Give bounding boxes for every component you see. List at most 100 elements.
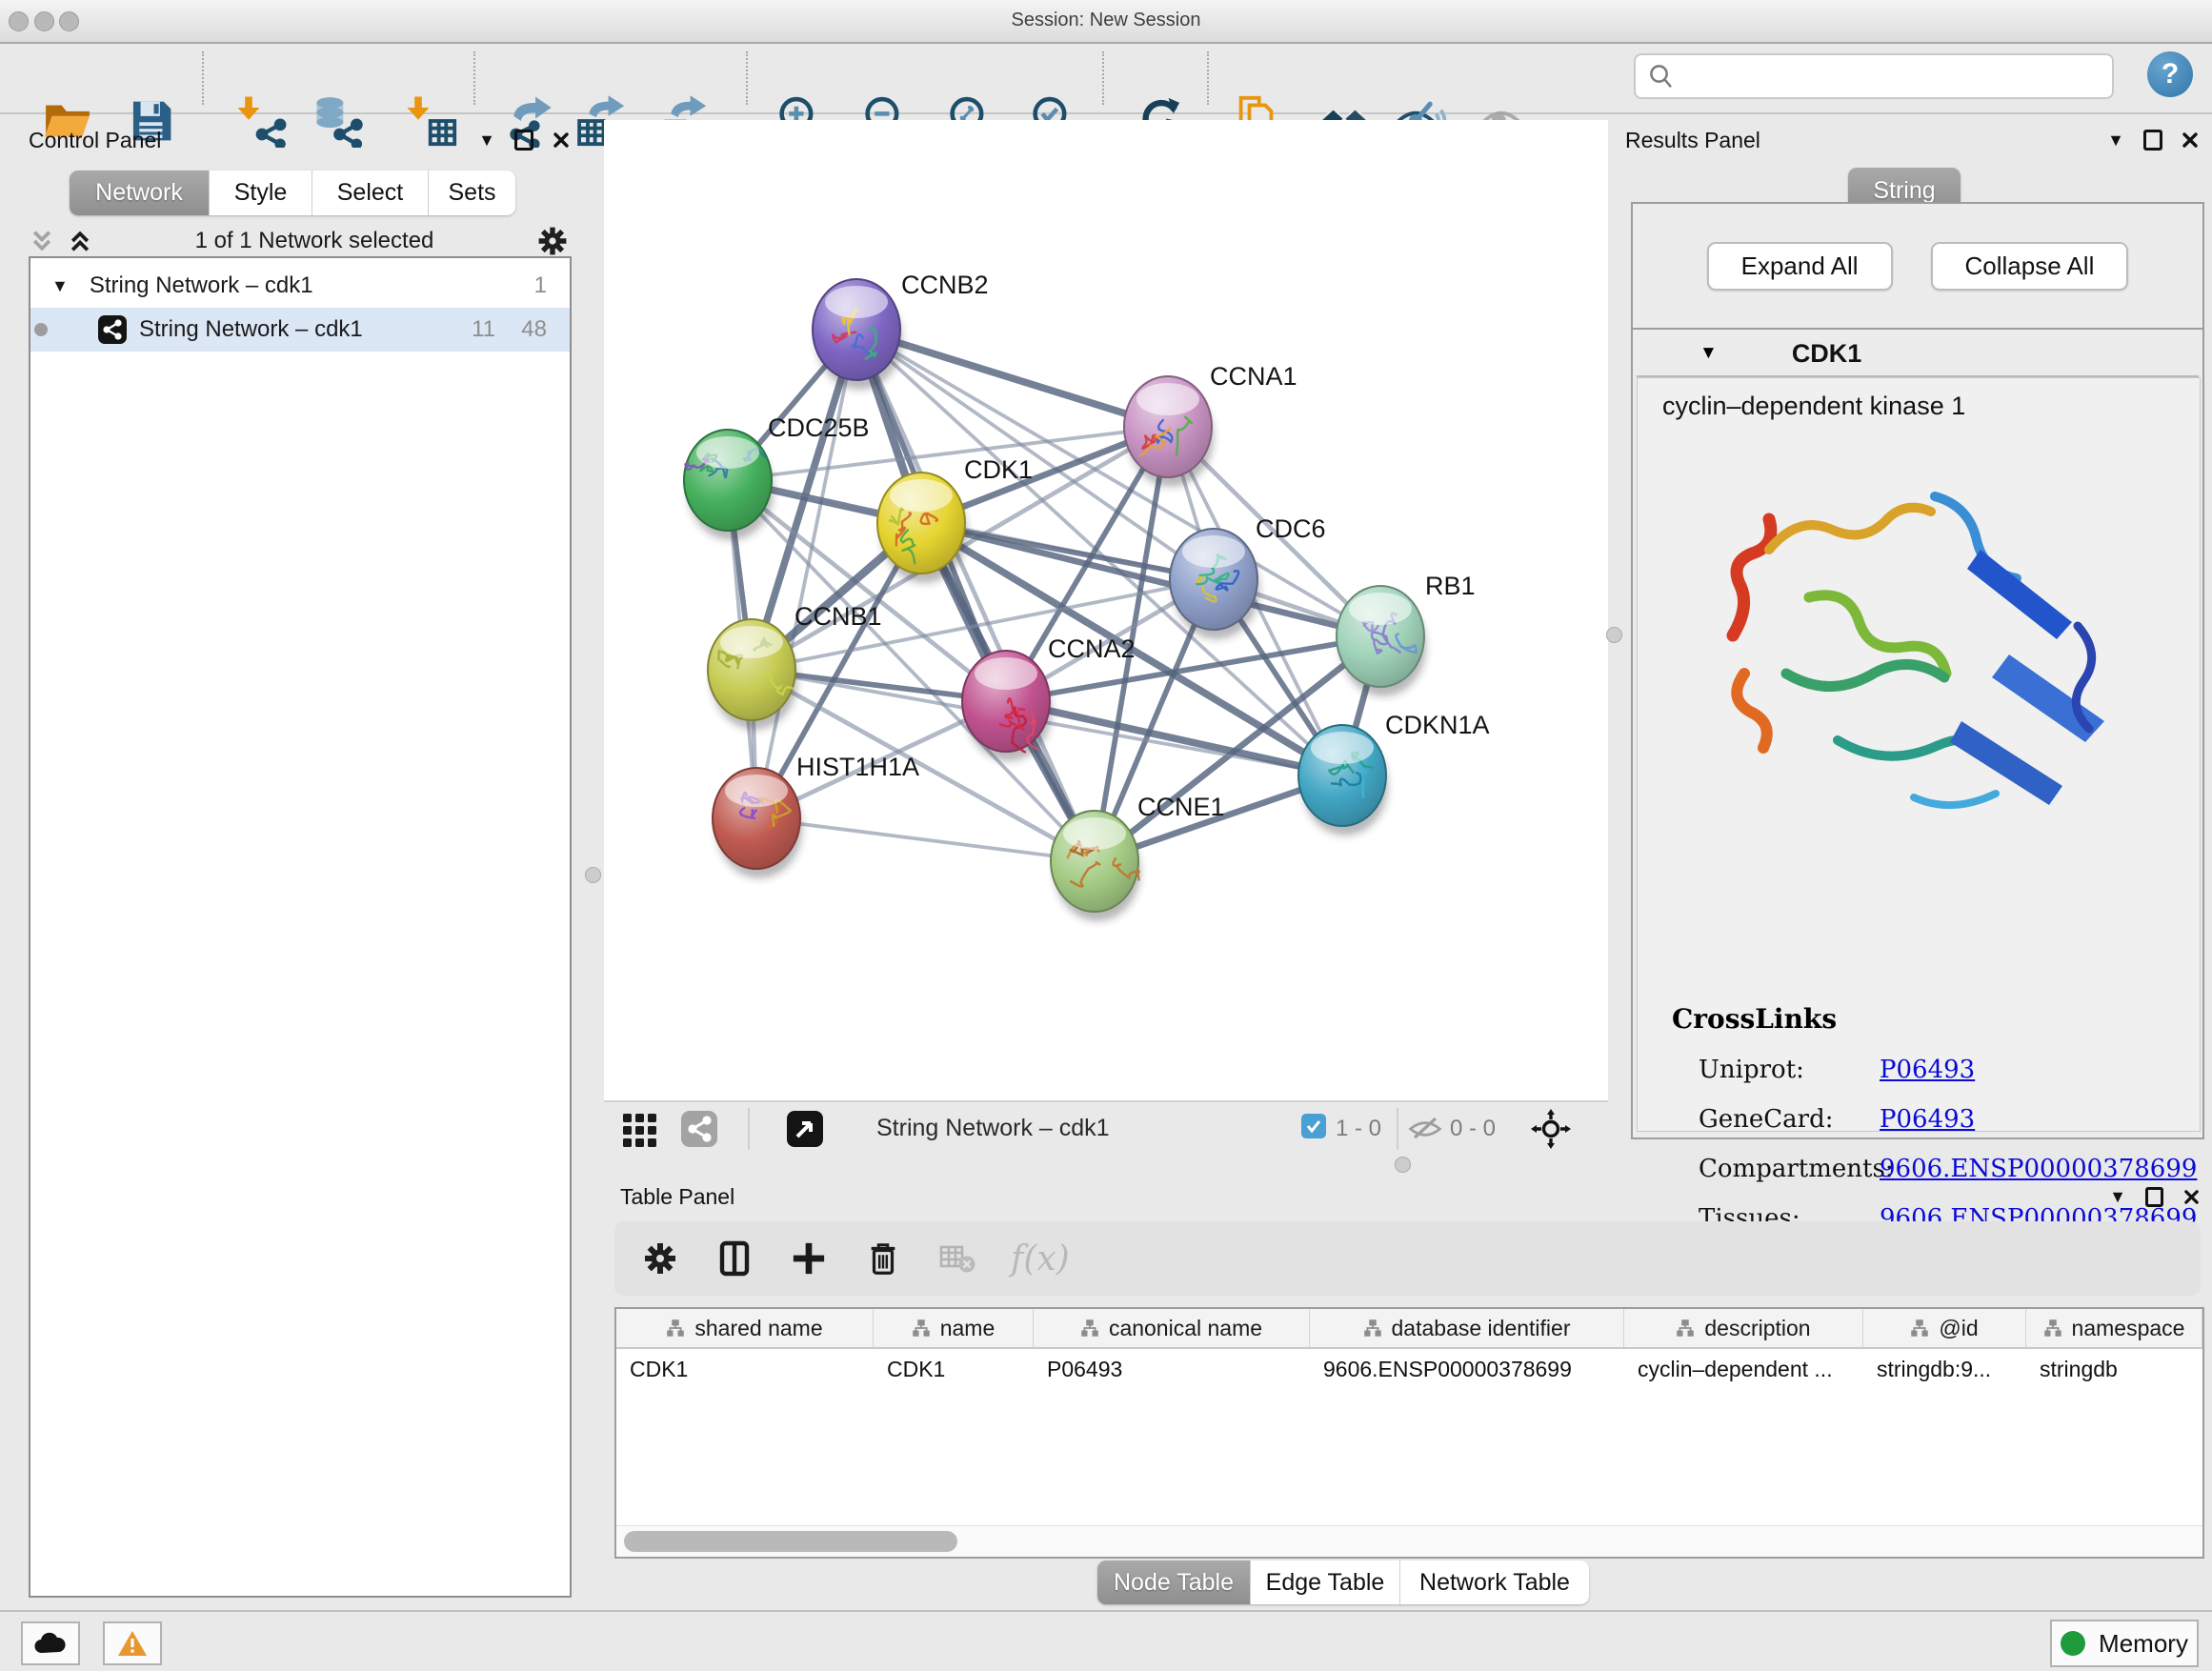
tab-network[interactable]: Network <box>70 171 210 215</box>
add-column-icon[interactable] <box>788 1238 830 1279</box>
column-header-canonical-name[interactable]: canonical name <box>1034 1309 1310 1347</box>
crosslink-link[interactable]: P06493 <box>1880 1105 1975 1134</box>
selected-nodes-checkbox[interactable] <box>1301 1114 1326 1138</box>
column-header-namespace[interactable]: namespace <box>2026 1309 2202 1347</box>
crosslink-value: 9606.ENSP00000378699 <box>1880 1155 2197 1183</box>
table-horizontal-scrollbar[interactable] <box>616 1525 2202 1557</box>
network-canvas[interactable]: CCNB2CCNA1CDC25BCDK1CDC6RB1CCNB1CCNA2CDK… <box>604 120 1608 1100</box>
network-node-CCNE1[interactable]: CCNE1 <box>1051 793 1225 921</box>
cloud-status-button[interactable] <box>21 1621 80 1665</box>
function-builder-icon[interactable]: f(x) <box>1011 1239 1070 1278</box>
tree-expander-icon[interactable]: ▼ <box>51 276 69 296</box>
results-splitter-handle[interactable] <box>1606 627 1622 643</box>
close-panel-icon[interactable] <box>2180 130 2201 151</box>
crosslink-row: Compartments:9606.ENSP00000378699 <box>1672 1155 2197 1183</box>
network-node-CCNB1[interactable]: CCNB1 <box>708 602 882 730</box>
grid-view-icon[interactable] <box>619 1108 661 1150</box>
network-collection-name: String Network – cdk1 <box>90 272 313 299</box>
show-columns-icon[interactable] <box>714 1238 755 1279</box>
float-panel-icon[interactable]: ▼ <box>2107 1186 2128 1207</box>
vertical-splitter-handle[interactable] <box>585 867 601 883</box>
hidden-items-eye-icon <box>1406 1108 1444 1150</box>
network-graph[interactable]: CCNB2CCNA1CDC25BCDK1CDC6RB1CCNB1CCNA2CDK… <box>604 120 1608 1100</box>
table-cell[interactable]: stringdb:9... <box>1863 1357 2026 1382</box>
node-label: RB1 <box>1425 572 1476 600</box>
tab-edge-table[interactable]: Edge Table <box>1251 1560 1400 1604</box>
crosslink-row: Uniprot:P06493 <box>1672 1056 2197 1084</box>
tab-select[interactable]: Select <box>312 171 429 215</box>
warnings-button[interactable] <box>103 1621 162 1665</box>
tab-node-table[interactable]: Node Table <box>1097 1560 1251 1604</box>
network-view-type-icon[interactable] <box>678 1108 720 1150</box>
tab-style[interactable]: Style <box>210 171 312 215</box>
network-options-gear-icon[interactable] <box>535 224 570 258</box>
column-header-shared-name[interactable]: shared name <box>616 1309 874 1347</box>
network-selected-status: 1 of 1 Network selected <box>93 228 535 254</box>
protein-structure-image <box>1695 435 2142 845</box>
network-tree-item-row[interactable]: String Network – cdk1 11 48 <box>30 308 570 352</box>
help-button[interactable]: ? <box>2147 51 2193 97</box>
expand-all-button[interactable]: Expand All <box>1707 242 1893 291</box>
maximize-panel-icon[interactable] <box>2145 1187 2163 1207</box>
network-view-title: String Network – cdk1 <box>876 1115 1110 1142</box>
table-panel-title: Table Panel <box>620 1184 734 1210</box>
network-edge[interactable] <box>756 330 856 818</box>
close-panel-icon[interactable] <box>551 130 572 151</box>
crosslink-link[interactable]: 9606.ENSP00000378699 <box>1880 1155 2197 1183</box>
network-edge[interactable] <box>756 818 1095 861</box>
table-cell[interactable]: cyclin–dependent ... <box>1624 1357 1863 1382</box>
column-header-database-identifier[interactable]: database identifier <box>1310 1309 1624 1347</box>
node-entry-header[interactable]: ▼ CDK1 <box>1637 332 2199 377</box>
crosslink-label: GeneCard: <box>1672 1105 1880 1134</box>
tab-sets[interactable]: Sets <box>429 171 515 215</box>
network-edge[interactable] <box>856 330 1168 427</box>
delete-table-icon[interactable] <box>936 1238 978 1279</box>
strip-separator <box>748 1108 750 1150</box>
network-node-RB1[interactable]: RB1 <box>1337 572 1476 696</box>
maximize-panel-icon[interactable] <box>2143 130 2162 151</box>
network-name: String Network – cdk1 <box>139 316 363 343</box>
node-label: CCNA1 <box>1210 362 1297 391</box>
entry-expander-icon[interactable]: ▼ <box>1699 343 1718 364</box>
float-panel-icon[interactable]: ▼ <box>2105 130 2126 151</box>
delete-column-icon[interactable] <box>862 1238 904 1279</box>
column-header-name[interactable]: name <box>874 1309 1034 1347</box>
title-bar: Session: New Session <box>0 0 2212 44</box>
open-in-new-window-icon[interactable] <box>784 1108 826 1150</box>
table-cell[interactable]: CDK1 <box>616 1357 874 1382</box>
collapse-all-button[interactable]: Collapse All <box>1931 242 2129 291</box>
column-type-icon <box>1363 1319 1382 1338</box>
column-header-description[interactable]: description <box>1624 1309 1863 1347</box>
search-input[interactable] <box>1683 63 2112 90</box>
table-cell[interactable]: 9606.ENSP00000378699 <box>1310 1357 1624 1382</box>
maximize-panel-icon[interactable] <box>514 130 533 151</box>
tab-network-table[interactable]: Network Table <box>1400 1560 1589 1604</box>
memory-button[interactable]: Memory <box>2050 1620 2199 1667</box>
scrollbar-thumb[interactable] <box>624 1531 957 1552</box>
network-edge[interactable] <box>856 330 1095 861</box>
birds-eye-crosshair-icon[interactable] <box>1530 1108 1572 1150</box>
network-node-CDKN1A[interactable]: CDKN1A <box>1298 711 1490 836</box>
collapse-all-chevron-icon[interactable] <box>29 228 55 254</box>
table-cell[interactable]: stringdb <box>2026 1357 2202 1382</box>
close-panel-icon[interactable] <box>2181 1186 2202 1207</box>
table-row[interactable]: CDK1CDK1P064939606.ENSP00000378699cyclin… <box>616 1349 2202 1389</box>
float-panel-icon[interactable]: ▼ <box>476 130 497 151</box>
network-edge[interactable] <box>1006 701 1342 775</box>
network-node-HIST1H1A[interactable]: HIST1H1A <box>713 753 919 878</box>
control-panel-title: Control Panel <box>29 128 161 153</box>
table-options-gear-icon[interactable] <box>639 1238 681 1279</box>
table-cell[interactable]: CDK1 <box>874 1357 1034 1382</box>
horizontal-splitter-handle[interactable] <box>1395 1157 1411 1173</box>
network-node-CDC6[interactable]: CDC6 <box>1170 514 1326 639</box>
expand-all-chevron-icon[interactable] <box>67 228 93 254</box>
crosslink-value: P06493 <box>1880 1105 1975 1134</box>
table-panel-header: Table Panel ▼ <box>620 1181 2202 1212</box>
toolbar-separator <box>473 51 475 105</box>
column-header--id[interactable]: @id <box>1863 1309 2026 1347</box>
toolbar-separator <box>746 51 748 105</box>
column-type-icon <box>1080 1319 1099 1338</box>
table-cell[interactable]: P06493 <box>1034 1357 1310 1382</box>
network-tree-root-row[interactable]: ▼ String Network – cdk1 1 <box>30 264 570 308</box>
crosslink-link[interactable]: P06493 <box>1880 1056 1975 1084</box>
